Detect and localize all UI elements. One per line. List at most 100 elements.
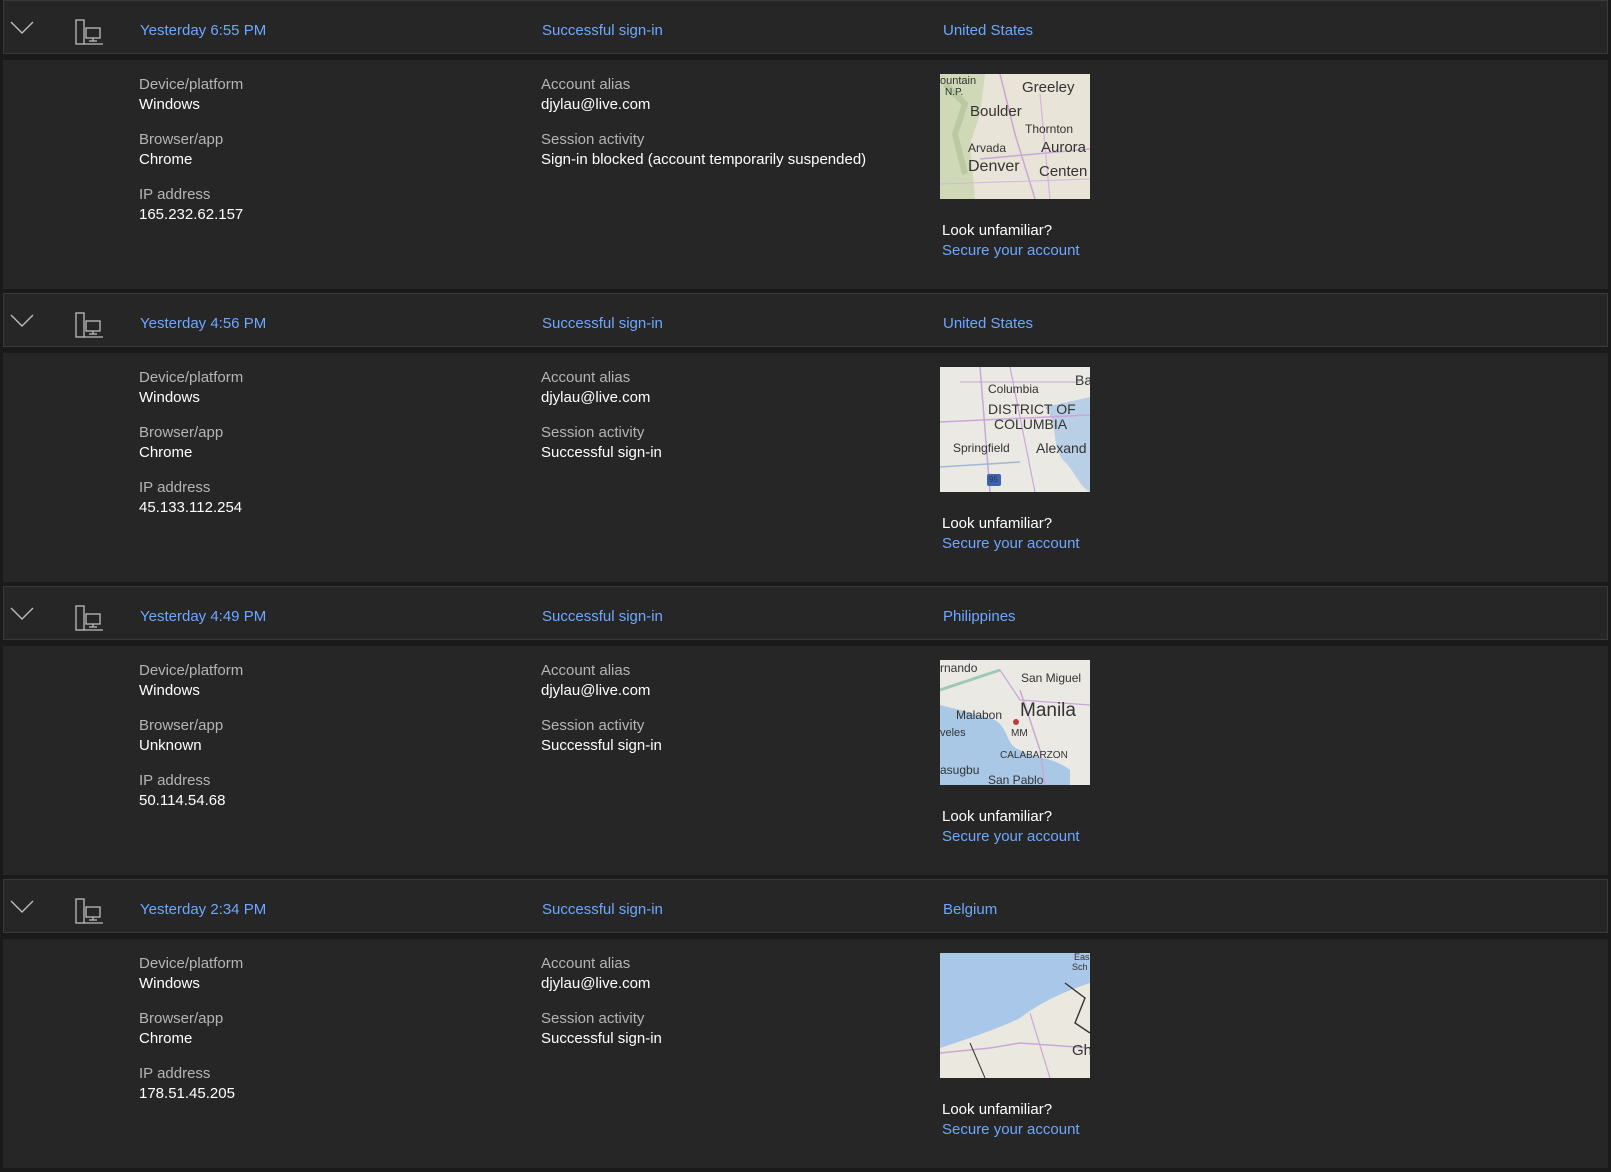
ip-address-value: 165.232.62.157 [139,206,244,223]
device-platform-value: Windows [139,682,200,699]
map-place-label: asugbu [940,763,980,777]
map-place-label: N.P. [945,87,964,98]
map-place-label: CALABARZON [1000,750,1068,761]
desktop-computer-icon [75,19,103,45]
sign-in-country[interactable]: Philippines [943,608,1016,625]
map-place-label: Springfield [953,441,1010,455]
account-alias-label: Account alias [541,369,631,386]
sign-in-status[interactable]: Successful sign-in [542,315,663,332]
ip-address-label: IP address [139,1065,211,1082]
map-place-label: 95 [989,475,998,484]
activity-entry: Yesterday 6:55 PM Successful sign-in Uni… [3,0,1608,293]
sign-in-status[interactable]: Successful sign-in [542,901,663,918]
location-map: ountain N.P. Greeley Boulder Thornton Arvada A… [940,74,1090,199]
sign-in-time[interactable]: Yesterday 4:49 PM [140,608,266,625]
map-place-label: Greeley [1022,79,1075,96]
browser-app-label: Browser/app [139,424,224,441]
browser-app-label: Browser/app [139,131,224,148]
look-unfamiliar-text: Look unfamiliar? [942,808,1053,825]
map-place-label: San Miguel [1021,671,1082,685]
browser-app-label: Browser/app [139,1010,224,1027]
activity-entry-details: Device/platform Windows Browser/app Chro… [3,353,1608,582]
map-place-label: Arvada [968,141,1007,155]
look-unfamiliar-text: Look unfamiliar? [942,515,1053,532]
chevron-down-icon[interactable] [9,313,35,329]
location-map: rnando San Miguel Malabon Manila veles MM CALA… [940,660,1090,785]
location-map: EasSch Ghe [940,953,1090,1078]
map-place-label: Denver [968,158,1020,175]
device-platform-label: Device/platform [139,76,244,93]
device-platform-value: Windows [139,975,200,992]
device-platform-label: Device/platform [139,662,244,679]
account-alias-value: djylau@live.com [541,96,651,113]
desktop-computer-icon [75,605,103,631]
ip-address-value: 178.51.45.205 [139,1085,235,1102]
activity-entry-header[interactable]: Yesterday 4:49 PM Successful sign-in Phi… [3,586,1608,640]
sign-in-country[interactable]: United States [943,22,1033,39]
session-activity-value: Sign-in blocked (account temporarily sus… [541,151,867,168]
activity-entry: Yesterday 2:34 PM Successful sign-in Bel… [3,879,1608,1172]
sign-in-status[interactable]: Successful sign-in [542,22,663,39]
recent-activity-list: Yesterday 6:55 PM Successful sign-in Uni… [3,0,1608,1172]
activity-entry-details: Device/platform Windows Browser/app Chro… [3,939,1608,1168]
map-place-label: Alexand [1036,440,1087,456]
chevron-down-icon[interactable] [9,606,35,622]
session-activity-label: Session activity [541,424,645,441]
map-place-label: Thornton [1025,122,1074,136]
sign-in-country[interactable]: Belgium [943,901,997,918]
activity-entry: Yesterday 4:56 PM Successful sign-in Uni… [3,293,1608,586]
map-place-label: Sch [1072,962,1088,972]
secure-account-link[interactable]: Secure your account [942,1121,1080,1138]
session-activity-value: Successful sign-in [541,444,662,461]
sign-in-time[interactable]: Yesterday 2:34 PM [140,901,266,918]
browser-app-value: Unknown [139,737,202,754]
session-activity-label: Session activity [541,131,645,148]
sign-in-time[interactable]: Yesterday 4:56 PM [140,315,266,332]
browser-app-label: Browser/app [139,717,224,734]
sign-in-time[interactable]: Yesterday 6:55 PM [140,22,266,39]
map-place-label: Aurora [1041,139,1087,156]
sign-in-status[interactable]: Successful sign-in [542,608,663,625]
map-place-label: COLUMBIA [994,416,1068,432]
map-place-label: Ghe [1072,1042,1090,1059]
map-place-label: Malabon [956,708,1003,722]
map-place-label: veles [940,727,966,739]
secure-account-link[interactable]: Secure your account [942,828,1080,845]
ip-address-value: 45.133.112.254 [139,499,243,516]
account-alias-value: djylau@live.com [541,682,651,699]
device-platform-label: Device/platform [139,369,244,386]
chevron-down-icon[interactable] [9,20,35,36]
location-map: Columbia Ba DISTRICT OF COLUMBIA Springfield… [940,367,1090,492]
sign-in-country[interactable]: United States [943,315,1033,332]
account-alias-value: djylau@live.com [541,975,651,992]
ip-address-label: IP address [139,186,211,203]
chevron-down-icon[interactable] [9,899,35,915]
activity-entry-details: Device/platform Windows Browser/app Chro… [3,60,1608,289]
look-unfamiliar-text: Look unfamiliar? [942,1101,1053,1118]
session-activity-value: Successful sign-in [541,1030,662,1047]
map-place-label: Ba [1075,372,1090,388]
map-place-label: rnando [940,661,978,675]
secure-account-link[interactable]: Secure your account [942,535,1080,552]
activity-entry-header[interactable]: Yesterday 4:56 PM Successful sign-in Uni… [3,293,1608,347]
activity-entry-header[interactable]: Yesterday 6:55 PM Successful sign-in Uni… [3,0,1608,54]
map-place-label: ountain [940,75,977,87]
desktop-computer-icon [75,312,103,338]
activity-entry-header[interactable]: Yesterday 2:34 PM Successful sign-in Bel… [3,879,1608,933]
map-place-label: Columbia [988,382,1039,396]
activity-entry: Yesterday 4:49 PM Successful sign-in Phi… [3,586,1608,879]
map-place-label: MM [1011,728,1028,739]
secure-account-link[interactable]: Secure your account [942,242,1080,259]
ip-address-label: IP address [139,479,211,496]
account-alias-value: djylau@live.com [541,389,651,406]
session-activity-label: Session activity [541,1010,645,1027]
ip-address-value: 50.114.54.68 [139,792,226,809]
device-platform-value: Windows [139,96,200,113]
account-alias-label: Account alias [541,955,631,972]
browser-app-value: Chrome [139,444,193,461]
look-unfamiliar-text: Look unfamiliar? [942,222,1053,239]
device-platform-value: Windows [139,389,200,406]
session-activity-value: Successful sign-in [541,737,662,754]
account-alias-label: Account alias [541,662,631,679]
map-place-label: DISTRICT OF [988,401,1076,417]
